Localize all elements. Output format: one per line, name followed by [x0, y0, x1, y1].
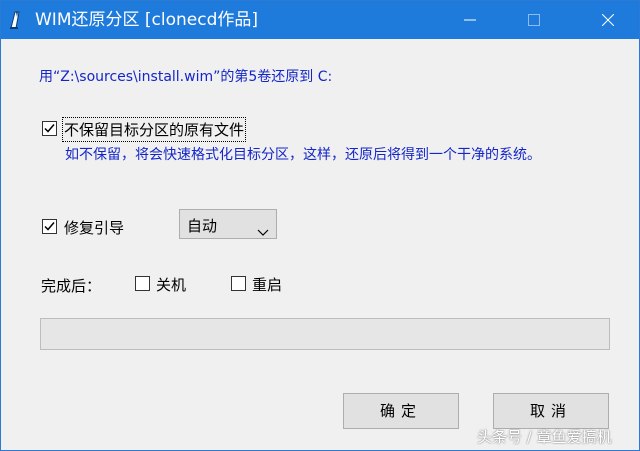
watermark: 头条号 / 章鱼爱搞机 — [477, 428, 612, 446]
minimize-icon — [464, 19, 476, 21]
repair-boot-label[interactable]: 修复引导 — [64, 217, 124, 238]
ok-button[interactable]: 确定 — [343, 393, 459, 429]
boot-mode-select[interactable]: 自动 — [179, 209, 277, 239]
maximize-button[interactable] — [511, 1, 557, 39]
wim-restore-window: WIM还原分区 [clonecd作品] 用“Z:\sources\install… — [0, 0, 640, 451]
shutdown-label[interactable]: 关机 — [156, 274, 186, 295]
close-icon — [602, 14, 614, 26]
minimize-button[interactable] — [447, 1, 493, 39]
pen-icon — [7, 10, 25, 30]
boot-mode-value: 自动 — [187, 217, 218, 235]
checkmark-icon — [44, 222, 55, 231]
after-complete-label: 完成后： — [41, 277, 102, 295]
close-button[interactable] — [585, 1, 631, 39]
maximize-icon — [528, 14, 540, 26]
cancel-button[interactable]: 取消 — [493, 393, 609, 429]
title-bar[interactable]: WIM还原分区 [clonecd作品] — [1, 1, 639, 39]
restore-message: 用“Z:\sources\install.wim”的第5卷还原到 C: — [39, 69, 333, 85]
restart-label[interactable]: 重启 — [252, 274, 282, 295]
repair-boot-checkbox[interactable] — [42, 219, 57, 234]
dialog-content: 用“Z:\sources\install.wim”的第5卷还原到 C: 不保留目… — [1, 39, 639, 450]
checkmark-icon — [44, 124, 55, 133]
restore-progress-bar — [40, 318, 610, 350]
format-hint: 如不保留，将会快速格式化目标分区，这样，还原后将得到一个干净的系统。 — [65, 147, 541, 163]
keep-files-checkbox[interactable] — [42, 121, 57, 136]
restart-checkbox[interactable] — [231, 276, 246, 291]
keep-files-label[interactable]: 不保留目标分区的原有文件 — [61, 117, 247, 142]
shutdown-checkbox[interactable] — [135, 276, 150, 291]
window-title: WIM还原分区 [clonecd作品] — [35, 10, 259, 30]
chevron-down-icon — [257, 221, 269, 240]
